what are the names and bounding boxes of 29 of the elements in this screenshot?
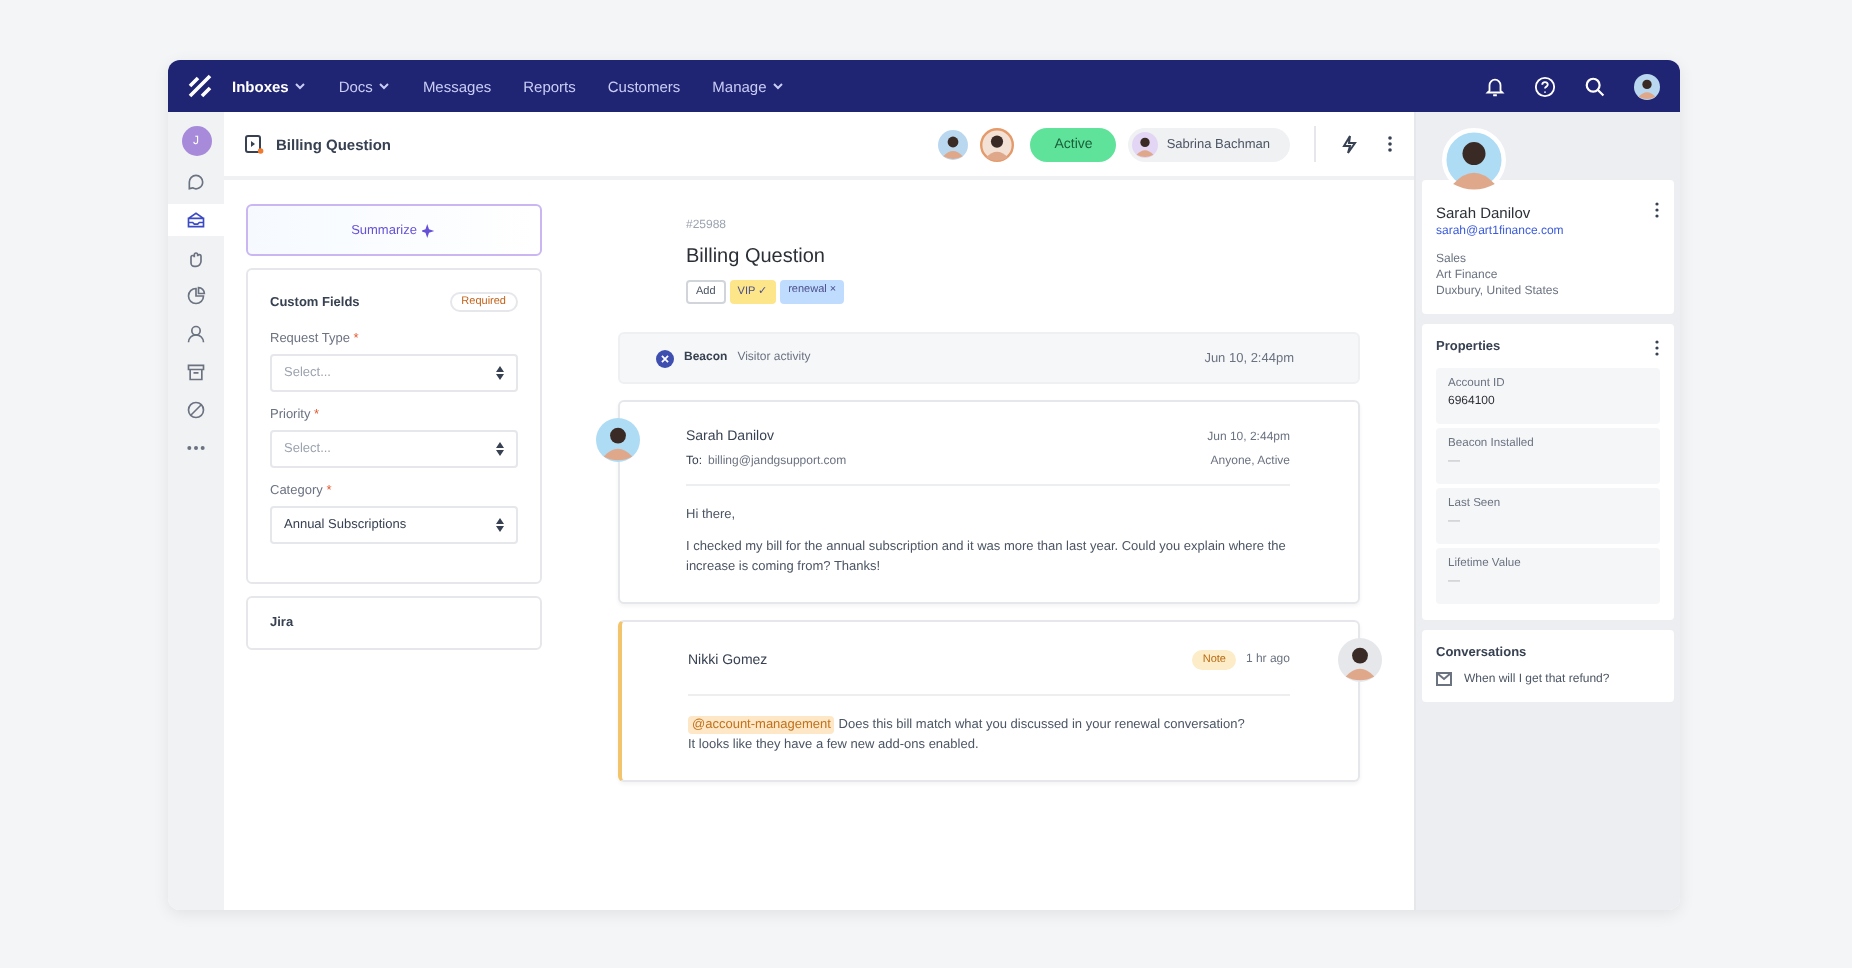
search-icon[interactable] <box>1584 75 1606 97</box>
conversation-title: Billing Question <box>686 246 827 268</box>
user-avatar <box>1634 73 1660 99</box>
beacon-icon <box>656 349 674 367</box>
bell-icon[interactable] <box>1484 75 1506 97</box>
agent-avatar <box>938 129 969 159</box>
inbox-icon <box>186 210 206 230</box>
help-icon[interactable] <box>1534 75 1556 97</box>
more-icon[interactable] <box>1386 134 1394 154</box>
sparkle-icon <box>422 223 437 237</box>
agent-avatar <box>980 127 1015 161</box>
customer-avatar <box>596 418 640 462</box>
chat-icon <box>186 172 206 192</box>
logo-icon[interactable] <box>188 74 212 98</box>
more-icon[interactable] <box>1654 202 1660 218</box>
envelope-icon <box>1436 672 1452 686</box>
lightning-icon[interactable] <box>1340 134 1358 154</box>
sort-icon <box>496 366 504 380</box>
pie-chart-icon <box>186 286 206 306</box>
rail-item[interactable] <box>168 204 224 236</box>
sort-icon <box>496 442 504 456</box>
sort-icon <box>496 518 504 532</box>
blocked-icon <box>186 400 206 420</box>
assignee-avatar <box>1132 131 1159 157</box>
hand-icon <box>186 248 206 268</box>
archive-icon <box>186 362 206 382</box>
person-icon <box>186 324 206 344</box>
ticket-icon <box>244 134 264 154</box>
more-icon[interactable] <box>1654 340 1660 356</box>
